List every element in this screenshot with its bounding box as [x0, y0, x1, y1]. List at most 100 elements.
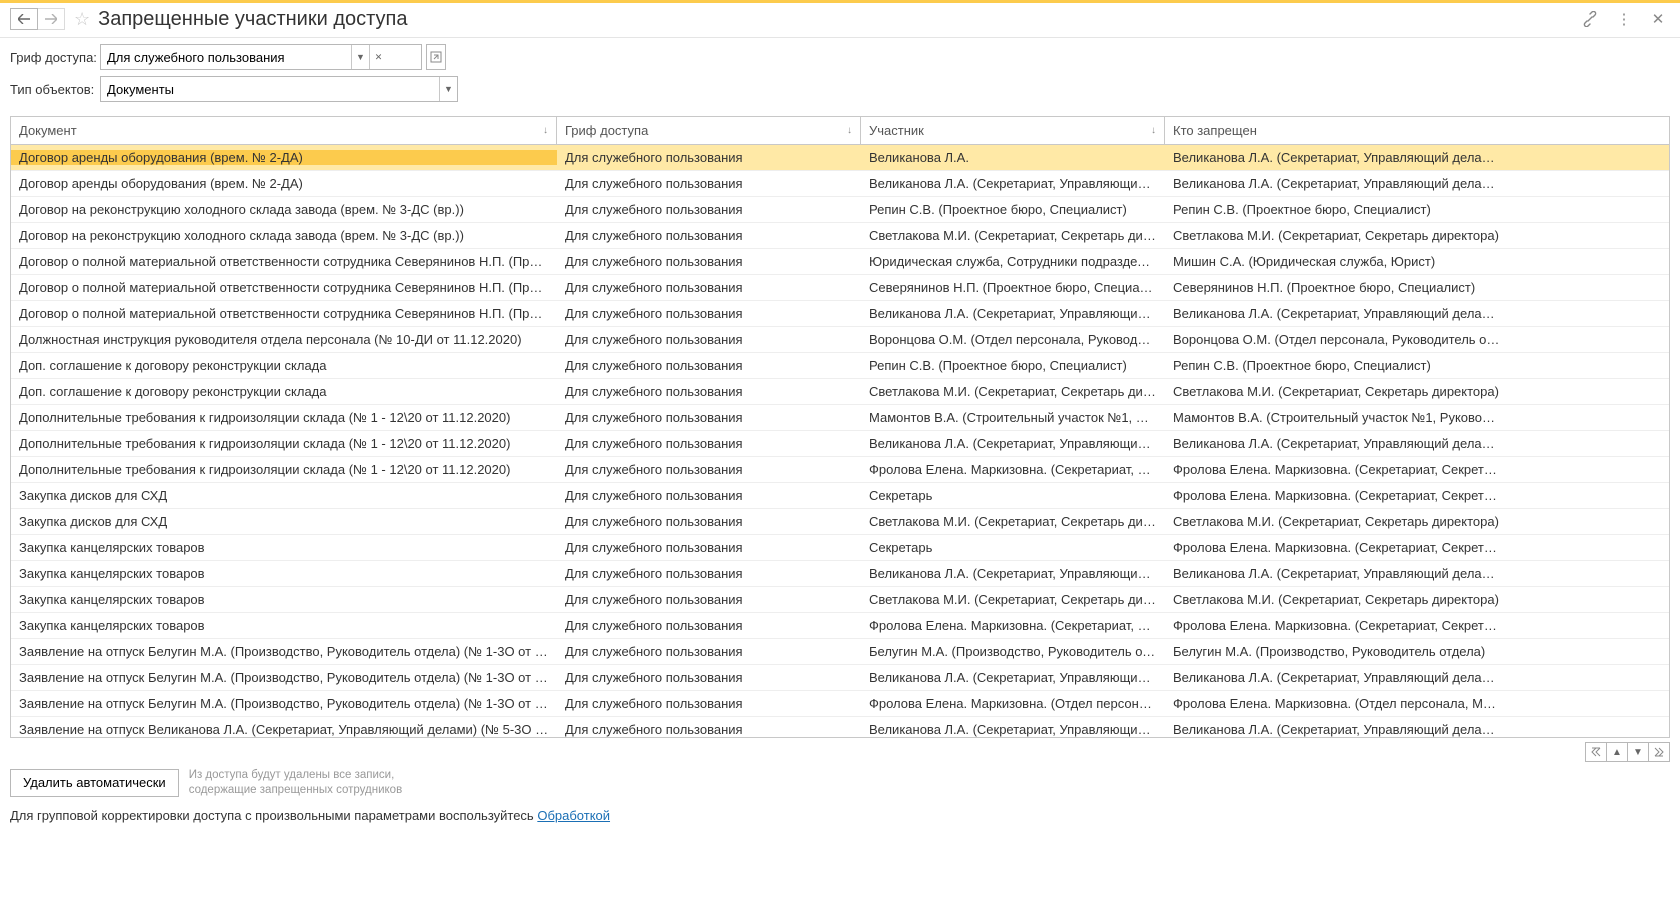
cell-uch: Великанова Л.А. (Секретариат, Управляющи… — [861, 306, 1165, 321]
nav-down-button[interactable]: ▼ — [1627, 742, 1649, 762]
cell-doc: Закупка канцелярских товаров — [11, 592, 557, 607]
cell-uch: Фролова Елена. Маркизовна. (Отдел персон… — [861, 696, 1165, 711]
cell-doc: Закупка дисков для СХД — [11, 488, 557, 503]
table-row[interactable]: Договор на реконструкцию холодного склад… — [11, 197, 1669, 223]
col-header-grif[interactable]: Гриф доступа↓ — [557, 117, 861, 144]
table-row[interactable]: Заявление на отпуск Белугин М.А. (Произв… — [11, 665, 1669, 691]
grif-clear-icon[interactable]: ✕ — [369, 45, 387, 69]
more-menu-icon[interactable]: ⋮ — [1612, 7, 1636, 31]
table-row[interactable]: Договор о полной материальной ответствен… — [11, 275, 1669, 301]
table-row[interactable]: Должностная инструкция руководителя отде… — [11, 327, 1669, 353]
cell-doc: Должностная инструкция руководителя отде… — [11, 332, 557, 347]
table-row[interactable]: Договор о полной материальной ответствен… — [11, 249, 1669, 275]
table-row[interactable]: Заявление на отпуск Белугин М.А. (Произв… — [11, 691, 1669, 717]
grif-label: Гриф доступа: — [10, 50, 100, 65]
cell-grif: Для служебного пользования — [557, 722, 861, 737]
page-title: Запрещенные участники доступа — [98, 8, 407, 31]
type-input[interactable] — [101, 77, 439, 101]
cell-kto: Мишин С.А. (Юридическая служба, Юрист) — [1165, 254, 1669, 269]
cell-doc: Доп. соглашение к договору реконструкции… — [11, 384, 557, 399]
cell-uch: Белугин М.А. (Производство, Руководитель… — [861, 644, 1165, 659]
table-row[interactable]: Закупка дисков для СХДДля служебного пол… — [11, 509, 1669, 535]
col-header-forbidden[interactable]: Кто запрещен — [1165, 117, 1669, 144]
table-header: Документ↓ Гриф доступа↓ Участник↓ Кто за… — [11, 117, 1669, 145]
close-icon[interactable]: ✕ — [1646, 7, 1670, 31]
nav-up-button[interactable]: ▲ — [1606, 742, 1628, 762]
table-body: Договор аренды оборудования (врем. № 2-Д… — [11, 145, 1669, 738]
cell-grif: Для служебного пользования — [557, 202, 861, 217]
grif-combo[interactable]: ▼ ✕ — [100, 44, 422, 70]
table-row[interactable]: Доп. соглашение к договору реконструкции… — [11, 353, 1669, 379]
link-icon[interactable] — [1578, 7, 1602, 31]
type-combo[interactable]: ▼ — [100, 76, 458, 102]
titlebar: ☆ Запрещенные участники доступа ⋮ ✕ — [0, 3, 1680, 38]
cell-doc: Закупка канцелярских товаров — [11, 540, 557, 555]
cell-grif: Для служебного пользования — [557, 462, 861, 477]
cell-kto: Мамонтов В.А. (Строительный участок №1, … — [1165, 410, 1669, 425]
cell-doc: Договор о полной материальной ответствен… — [11, 306, 557, 321]
table-row[interactable]: Закупка дисков для СХДДля служебного пол… — [11, 483, 1669, 509]
grif-input[interactable] — [101, 45, 351, 69]
table-row[interactable]: Дополнительные требования к гидроизоляци… — [11, 457, 1669, 483]
cell-grif: Для служебного пользования — [557, 176, 861, 191]
cell-uch: Великанова Л.А. (Секретариат, Управляющи… — [861, 722, 1165, 737]
cell-grif: Для служебного пользования — [557, 410, 861, 425]
table-row[interactable]: Договор аренды оборудования (врем. № 2-Д… — [11, 171, 1669, 197]
cell-doc: Закупка канцелярских товаров — [11, 618, 557, 633]
table-row[interactable]: Дополнительные требования к гидроизоляци… — [11, 431, 1669, 457]
cell-uch: Светлакова М.И. (Секретариат, Секретарь … — [861, 384, 1165, 399]
cell-grif: Для служебного пользования — [557, 384, 861, 399]
cell-kto: Фролова Елена. Маркизовна. (Секретариат,… — [1165, 462, 1669, 477]
table-row[interactable]: Договор аренды оборудования (врем. № 2-Д… — [11, 145, 1669, 171]
processing-link[interactable]: Обработкой — [537, 808, 610, 823]
cell-grif: Для служебного пользования — [557, 150, 861, 165]
favorite-star-icon[interactable]: ☆ — [74, 9, 90, 30]
data-table: Документ↓ Гриф доступа↓ Участник↓ Кто за… — [10, 116, 1670, 738]
bottom-panel: Удалить автоматически Из доступа будут у… — [0, 762, 1680, 823]
cell-grif: Для служебного пользования — [557, 540, 861, 555]
cell-doc: Заявление на отпуск Великанова Л.А. (Сек… — [11, 722, 557, 737]
back-button[interactable] — [10, 8, 38, 30]
cell-grif: Для служебного пользования — [557, 280, 861, 295]
nav-last-button[interactable] — [1648, 742, 1670, 762]
cell-doc: Договор на реконструкцию холодного склад… — [11, 228, 557, 243]
delete-auto-button[interactable]: Удалить автоматически — [10, 769, 179, 797]
type-dropdown-icon[interactable]: ▼ — [439, 77, 457, 101]
cell-kto: Великанова Л.А. (Секретариат, Управляющи… — [1165, 436, 1669, 451]
cell-uch: Секретарь — [861, 488, 1165, 503]
table-row[interactable]: Дополнительные требования к гидроизоляци… — [11, 405, 1669, 431]
cell-uch: Мамонтов В.А. (Строительный участок №1, … — [861, 410, 1165, 425]
table-row[interactable]: Договор о полной материальной ответствен… — [11, 301, 1669, 327]
cell-uch: Великанова Л.А. (Секретариат, Управляющи… — [861, 436, 1165, 451]
cell-grif: Для служебного пользования — [557, 618, 861, 633]
cell-doc: Дополнительные требования к гидроизоляци… — [11, 462, 557, 477]
table-row[interactable]: Доп. соглашение к договору реконструкции… — [11, 379, 1669, 405]
cell-uch: Репин С.В. (Проектное бюро, Специалист) — [861, 202, 1165, 217]
table-row[interactable]: Закупка канцелярских товаровДля служебно… — [11, 535, 1669, 561]
nav-first-button[interactable] — [1585, 742, 1607, 762]
table-row[interactable]: Договор на реконструкцию холодного склад… — [11, 223, 1669, 249]
cell-kto: Светлакова М.И. (Секретариат, Секретарь … — [1165, 514, 1669, 529]
cell-doc: Доп. соглашение к договору реконструкции… — [11, 358, 557, 373]
table-row[interactable]: Закупка канцелярских товаровДля служебно… — [11, 613, 1669, 639]
sort-icon: ↓ — [1151, 125, 1156, 136]
cell-doc: Закупка канцелярских товаров — [11, 566, 557, 581]
col-header-participant[interactable]: Участник↓ — [861, 117, 1165, 144]
cell-uch: Светлакова М.И. (Секретариат, Секретарь … — [861, 514, 1165, 529]
cell-uch: Секретарь — [861, 540, 1165, 555]
table-row[interactable]: Заявление на отпуск Белугин М.А. (Произв… — [11, 639, 1669, 665]
grif-dropdown-icon[interactable]: ▼ — [351, 45, 369, 69]
cell-grif: Для служебного пользования — [557, 566, 861, 581]
col-header-document[interactable]: Документ↓ — [11, 117, 557, 144]
table-row[interactable]: Закупка канцелярских товаровДля служебно… — [11, 587, 1669, 613]
cell-kto: Фролова Елена. Маркизовна. (Отдел персон… — [1165, 696, 1669, 711]
grif-open-button[interactable] — [426, 44, 446, 70]
table-row[interactable]: Закупка канцелярских товаровДля служебно… — [11, 561, 1669, 587]
forward-button[interactable] — [37, 8, 65, 30]
cell-kto: Великанова Л.А. (Секретариат, Управляющи… — [1165, 306, 1669, 321]
cell-kto: Великанова Л.А. (Секретариат, Управляющи… — [1165, 722, 1669, 737]
cell-kto: Великанова Л.А. (Секретариат, Управляющи… — [1165, 566, 1669, 581]
table-row[interactable]: Заявление на отпуск Великанова Л.А. (Сек… — [11, 717, 1669, 738]
cell-uch: Великанова Л.А. — [861, 150, 1165, 165]
cell-uch: Фролова Елена. Маркизовна. (Секретариат,… — [861, 462, 1165, 477]
